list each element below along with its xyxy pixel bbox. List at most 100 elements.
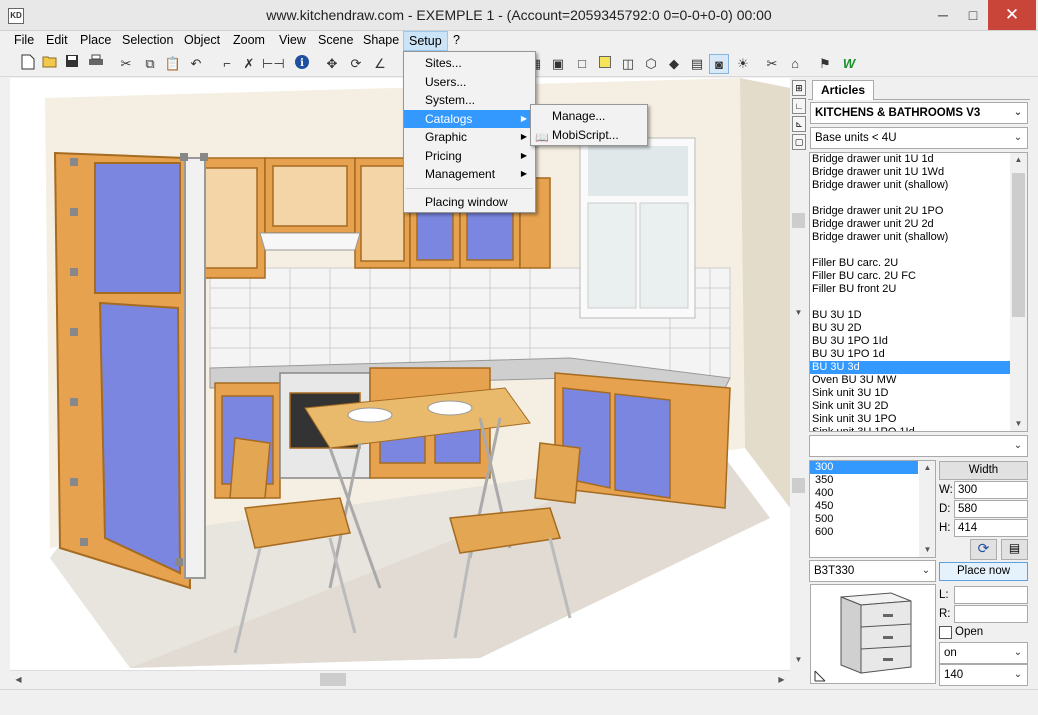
- width-list-scrollbar[interactable]: ▲ ▼: [919, 461, 935, 557]
- menu-item-system[interactable]: System...: [404, 91, 535, 110]
- article-list-item[interactable]: BU 3U 3d: [810, 361, 1027, 374]
- article-list-item[interactable]: Sink unit 3U 1D: [810, 387, 1027, 400]
- width-button[interactable]: Width: [939, 461, 1028, 480]
- menu-item-catalogs[interactable]: Catalogs ▶: [404, 109, 535, 128]
- refresh-icon[interactable]: ⟳: [970, 539, 997, 560]
- x-mark-icon[interactable]: ✗: [239, 54, 259, 74]
- variant-select[interactable]: ⌄: [809, 435, 1028, 457]
- article-list-item[interactable]: Filler BU carc. 2U: [810, 257, 1027, 270]
- menu-item-graphic[interactable]: Graphic ▶: [404, 128, 535, 147]
- scroll-thumb[interactable]: [1012, 173, 1025, 317]
- chevron-up-icon[interactable]: ▲: [1010, 153, 1027, 167]
- w-logo-icon[interactable]: W: [839, 54, 859, 74]
- menu-item-users[interactable]: Users...: [404, 73, 535, 92]
- article-list-item[interactable]: Bridge drawer unit (shallow): [810, 179, 1027, 192]
- dimension-icon[interactable]: ⊢⊣: [262, 54, 285, 74]
- chevron-up-icon[interactable]: ▲: [919, 461, 935, 475]
- scissors-icon[interactable]: ✂: [762, 54, 782, 74]
- fit-tab-icon[interactable]: ⊾: [792, 116, 806, 132]
- width-list-item[interactable]: 350: [810, 474, 918, 487]
- new-icon[interactable]: [18, 54, 38, 74]
- l-field[interactable]: [954, 586, 1028, 604]
- article-list-item[interactable]: Filler BU front 2U: [810, 283, 1027, 296]
- yellow-cube-icon[interactable]: ◆: [664, 54, 684, 74]
- flag-icon[interactable]: ⚑: [815, 54, 835, 74]
- print-icon[interactable]: [86, 54, 106, 74]
- elevation-icon[interactable]: ▣: [548, 54, 568, 74]
- article-list-item[interactable]: Filler BU carc. 2U FC: [810, 270, 1027, 283]
- plan-tab-icon[interactable]: ⊞: [792, 80, 806, 96]
- menu-item-pricing[interactable]: Pricing ▶: [404, 147, 535, 166]
- text-tab-icon[interactable]: ▢: [792, 134, 806, 150]
- scroll-thumb-lower[interactable]: [792, 478, 805, 493]
- scroll-left-arrow-icon[interactable]: ◀: [10, 671, 27, 688]
- width-list-item[interactable]: 400: [810, 487, 918, 500]
- place-now-button[interactable]: Place now: [939, 562, 1028, 581]
- option-select-1[interactable]: on ⌄: [939, 642, 1028, 664]
- article-list-item[interactable]: Sink unit 3U 1PO 1Id: [810, 426, 1027, 431]
- yellow-square-icon[interactable]: [595, 54, 615, 74]
- r-field[interactable]: [954, 605, 1028, 623]
- submenu-item-manage[interactable]: Manage...: [531, 107, 647, 126]
- undo-icon[interactable]: ↶: [186, 54, 206, 74]
- open-icon[interactable]: [40, 54, 60, 74]
- cut-icon[interactable]: ✂: [116, 54, 136, 74]
- chevron-down-icon[interactable]: ▼: [919, 543, 935, 557]
- save-icon[interactable]: [62, 54, 82, 74]
- width-field[interactable]: 300: [954, 481, 1028, 499]
- option-select-2[interactable]: 140 ⌄: [939, 664, 1028, 686]
- menu-selection[interactable]: Selection: [117, 31, 178, 51]
- article-list-item[interactable]: BU 3U 1PO 1d: [810, 348, 1027, 361]
- article-list-item[interactable]: BU 3U 2D: [810, 322, 1027, 335]
- cube-outline-icon[interactable]: ◫: [618, 54, 638, 74]
- scroll-thumb[interactable]: [320, 673, 346, 686]
- article-list-item[interactable]: Sink unit 3U 1PO: [810, 413, 1027, 426]
- width-list-item[interactable]: 500: [810, 513, 918, 526]
- menu-object[interactable]: Object: [179, 31, 225, 51]
- code-select[interactable]: B3T330 ⌄: [809, 560, 936, 582]
- width-list-item[interactable]: 600: [810, 526, 918, 539]
- scroll-down-arrow-icon-bottom[interactable]: ▼: [790, 653, 807, 667]
- info-icon[interactable]: i: [292, 54, 312, 74]
- paste-icon[interactable]: 📋: [163, 54, 183, 74]
- article-sheet-icon[interactable]: ▤: [1001, 539, 1028, 560]
- article-list-item[interactable]: Sink unit 3U 2D: [810, 400, 1027, 413]
- width-list-item[interactable]: 450: [810, 500, 918, 513]
- cube-icon[interactable]: ⬡: [641, 54, 661, 74]
- open-checkbox[interactable]: [939, 626, 952, 639]
- stairs-icon[interactable]: ⌐: [217, 54, 237, 74]
- article-list-item[interactable]: Bridge drawer unit 1U 1Wd: [810, 166, 1027, 179]
- scroll-right-arrow-icon[interactable]: ▶: [773, 671, 790, 688]
- article-list-item[interactable]: Bridge drawer unit 2U 2d: [810, 218, 1027, 231]
- scroll-thumb-upper[interactable]: [792, 213, 805, 228]
- menu-help[interactable]: ?: [448, 31, 465, 51]
- submenu-item-mobiscript[interactable]: 📖 MobiScript...: [531, 126, 647, 145]
- camera-icon[interactable]: ◙: [709, 54, 729, 74]
- move-icon[interactable]: ✥: [322, 54, 342, 74]
- height-field[interactable]: 414: [954, 519, 1028, 537]
- copy-icon[interactable]: ⧉: [140, 54, 160, 74]
- menu-item-sites[interactable]: Sites...: [404, 54, 535, 73]
- elevation-tab-icon[interactable]: ∟: [792, 98, 806, 114]
- category-select[interactable]: Base units < 4U ⌄: [810, 127, 1028, 149]
- article-list[interactable]: Bridge drawer unit 1U 1d Bridge drawer un…: [809, 152, 1028, 432]
- rotate-icon[interactable]: ⟳: [346, 54, 366, 74]
- menu-setup[interactable]: Setup: [403, 31, 448, 51]
- close-button[interactable]: ✕: [988, 0, 1036, 30]
- article-list-item[interactable]: Bridge drawer unit (shallow): [810, 231, 1027, 244]
- width-list[interactable]: 300 350 400 450 500 600 ▲ ▼: [809, 460, 936, 558]
- depth-field[interactable]: 580: [954, 500, 1028, 518]
- article-list-item[interactable]: [810, 244, 1027, 257]
- article-list-scrollbar[interactable]: ▲ ▼: [1010, 153, 1027, 431]
- menu-item-placing-window[interactable]: Placing window: [404, 193, 535, 212]
- menu-item-management[interactable]: Management ▶: [404, 165, 535, 184]
- lightbulb-icon[interactable]: ☀: [733, 54, 753, 74]
- kitchen-3d-view[interactable]: [10, 78, 790, 670]
- view-vertical-scrollbar[interactable]: ▼ ▼: [790, 78, 807, 687]
- minimize-button[interactable]: ─: [928, 0, 958, 30]
- scroll-down-arrow-icon[interactable]: ▼: [790, 306, 807, 320]
- maximize-button[interactable]: □: [958, 0, 988, 30]
- angle-icon[interactable]: ∠: [370, 54, 390, 74]
- menu-scene[interactable]: Scene: [313, 31, 358, 51]
- article-list-item[interactable]: Bridge drawer unit 1U 1d: [810, 153, 1027, 166]
